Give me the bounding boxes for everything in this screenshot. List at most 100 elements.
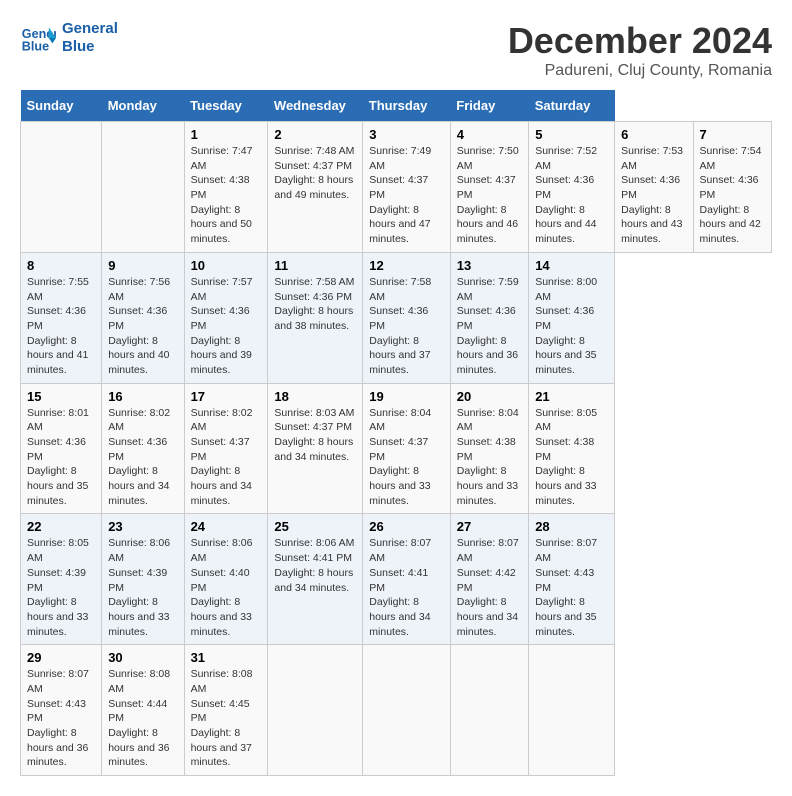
logo: General Blue General Blue (20, 20, 118, 56)
calendar-day-cell: 14 Sunrise: 8:00 AMSunset: 4:36 PMDayligh… (529, 252, 615, 383)
calendar-day-cell: 1Sunrise: 7:47 AMSunset: 4:38 PMDaylight… (184, 122, 268, 253)
col-header-tuesday: Tuesday (184, 90, 268, 122)
col-header-saturday: Saturday (529, 90, 615, 122)
day-number: 17 (191, 389, 262, 404)
calendar-day-cell: 11 Sunrise: 7:58 AMSunset: 4:36 PMDayligh… (268, 252, 363, 383)
calendar-day-cell: 21 Sunrise: 8:05 AMSunset: 4:38 PMDayligh… (529, 383, 615, 514)
day-number: 21 (535, 389, 608, 404)
day-info: Sunrise: 8:05 AMSunset: 4:39 PMDaylight:… (27, 537, 89, 637)
day-number: 2 (274, 127, 356, 142)
day-number: 22 (27, 519, 95, 534)
day-info: Sunrise: 7:48 AMSunset: 4:37 PMDaylight:… (274, 145, 354, 201)
day-number: 26 (369, 519, 444, 534)
calendar-day-cell: 25 Sunrise: 8:06 AMSunset: 4:41 PMDayligh… (268, 514, 363, 645)
calendar-day-cell: 18 Sunrise: 8:03 AMSunset: 4:37 PMDayligh… (268, 383, 363, 514)
calendar-week-row: 1Sunrise: 7:47 AMSunset: 4:38 PMDaylight… (21, 122, 772, 253)
day-info: Sunrise: 7:58 AMSunset: 4:36 PMDaylight:… (369, 276, 431, 376)
day-number: 7 (700, 127, 765, 142)
day-number: 23 (108, 519, 177, 534)
day-info: Sunrise: 7:56 AMSunset: 4:36 PMDaylight:… (108, 276, 170, 376)
calendar-day-cell: 5 Sunrise: 7:52 AMSunset: 4:36 PMDaylight… (529, 122, 615, 253)
calendar-day-cell: 15 Sunrise: 8:01 AMSunset: 4:36 PMDayligh… (21, 383, 102, 514)
day-info: Sunrise: 7:58 AMSunset: 4:36 PMDaylight:… (274, 276, 354, 332)
day-info: Sunrise: 8:03 AMSunset: 4:37 PMDaylight:… (274, 407, 354, 463)
calendar-day-cell: 6 Sunrise: 7:53 AMSunset: 4:36 PMDaylight… (615, 122, 693, 253)
day-number: 6 (621, 127, 686, 142)
calendar-day-cell (268, 645, 363, 776)
svg-text:Blue: Blue (22, 40, 49, 54)
calendar-week-row: 8 Sunrise: 7:55 AMSunset: 4:36 PMDaylight… (21, 252, 772, 383)
page-header: General Blue General Blue December 2024 … (20, 20, 772, 80)
day-info: Sunrise: 8:02 AMSunset: 4:36 PMDaylight:… (108, 407, 170, 507)
day-number: 14 (535, 258, 608, 273)
location: Padureni, Cluj County, Romania (508, 62, 772, 80)
day-number: 5 (535, 127, 608, 142)
day-info: Sunrise: 7:49 AMSunset: 4:37 PMDaylight:… (369, 145, 431, 245)
day-number: 12 (369, 258, 444, 273)
empty-cell (21, 122, 102, 253)
calendar-day-cell: 31 Sunrise: 8:08 AMSunset: 4:45 PMDayligh… (184, 645, 268, 776)
day-info: Sunrise: 8:08 AMSunset: 4:45 PMDaylight:… (191, 668, 253, 768)
calendar-week-row: 22 Sunrise: 8:05 AMSunset: 4:39 PMDayligh… (21, 514, 772, 645)
calendar-day-cell: 13Sunrise: 7:59 AMSunset: 4:36 PMDayligh… (450, 252, 528, 383)
day-info: Sunrise: 8:07 AMSunset: 4:43 PMDaylight:… (535, 537, 597, 637)
day-info: Sunrise: 8:00 AMSunset: 4:36 PMDaylight:… (535, 276, 597, 376)
day-number: 24 (191, 519, 262, 534)
calendar-week-row: 15 Sunrise: 8:01 AMSunset: 4:36 PMDayligh… (21, 383, 772, 514)
calendar-day-cell: 12 Sunrise: 7:58 AMSunset: 4:36 PMDayligh… (363, 252, 451, 383)
calendar-day-cell: 9Sunrise: 7:56 AMSunset: 4:36 PMDaylight… (102, 252, 184, 383)
day-number: 8 (27, 258, 95, 273)
day-info: Sunrise: 8:07 AMSunset: 4:43 PMDaylight:… (27, 668, 89, 768)
day-number: 18 (274, 389, 356, 404)
day-number: 31 (191, 650, 262, 665)
day-number: 25 (274, 519, 356, 534)
calendar-week-row: 29 Sunrise: 8:07 AMSunset: 4:43 PMDayligh… (21, 645, 772, 776)
calendar-day-cell: 2 Sunrise: 7:48 AMSunset: 4:37 PMDaylight… (268, 122, 363, 253)
calendar-header-row: SundayMondayTuesdayWednesdayThursdayFrid… (21, 90, 772, 122)
day-info: Sunrise: 8:05 AMSunset: 4:38 PMDaylight:… (535, 407, 597, 507)
calendar-day-cell (529, 645, 615, 776)
calendar-day-cell: 4 Sunrise: 7:50 AMSunset: 4:37 PMDaylight… (450, 122, 528, 253)
day-info: Sunrise: 7:47 AMSunset: 4:38 PMDaylight:… (191, 145, 253, 245)
day-number: 11 (274, 258, 356, 273)
logo-line2: Blue (62, 38, 118, 56)
calendar-day-cell: 8 Sunrise: 7:55 AMSunset: 4:36 PMDaylight… (21, 252, 102, 383)
day-number: 20 (457, 389, 522, 404)
day-info: Sunrise: 8:06 AMSunset: 4:41 PMDaylight:… (274, 537, 354, 593)
day-number: 30 (108, 650, 177, 665)
day-info: Sunrise: 8:04 AMSunset: 4:38 PMDaylight:… (457, 407, 519, 507)
day-info: Sunrise: 7:57 AMSunset: 4:36 PMDaylight:… (191, 276, 253, 376)
calendar-day-cell: 10Sunrise: 7:57 AMSunset: 4:36 PMDayligh… (184, 252, 268, 383)
calendar-day-cell: 16 Sunrise: 8:02 AMSunset: 4:36 PMDayligh… (102, 383, 184, 514)
day-info: Sunrise: 7:53 AMSunset: 4:36 PMDaylight:… (621, 145, 683, 245)
day-info: Sunrise: 8:02 AMSunset: 4:37 PMDaylight:… (191, 407, 253, 507)
day-info: Sunrise: 7:54 AMSunset: 4:36 PMDaylight:… (700, 145, 762, 245)
calendar-day-cell: 24Sunrise: 8:06 AMSunset: 4:40 PMDayligh… (184, 514, 268, 645)
day-number: 4 (457, 127, 522, 142)
day-info: Sunrise: 8:01 AMSunset: 4:36 PMDaylight:… (27, 407, 89, 507)
day-info: Sunrise: 7:55 AMSunset: 4:36 PMDaylight:… (27, 276, 89, 376)
calendar-day-cell (363, 645, 451, 776)
col-header-friday: Friday (450, 90, 528, 122)
day-info: Sunrise: 8:04 AMSunset: 4:37 PMDaylight:… (369, 407, 431, 507)
day-info: Sunrise: 8:06 AMSunset: 4:39 PMDaylight:… (108, 537, 170, 637)
day-number: 16 (108, 389, 177, 404)
day-info: Sunrise: 7:52 AMSunset: 4:36 PMDaylight:… (535, 145, 597, 245)
empty-cell (102, 122, 184, 253)
col-header-sunday: Sunday (21, 90, 102, 122)
day-number: 15 (27, 389, 95, 404)
day-number: 19 (369, 389, 444, 404)
calendar-day-cell: 28Sunrise: 8:07 AMSunset: 4:43 PMDayligh… (529, 514, 615, 645)
day-info: Sunrise: 7:59 AMSunset: 4:36 PMDaylight:… (457, 276, 519, 376)
calendar-day-cell (450, 645, 528, 776)
calendar-day-cell: 22 Sunrise: 8:05 AMSunset: 4:39 PMDayligh… (21, 514, 102, 645)
calendar-day-cell: 23 Sunrise: 8:06 AMSunset: 4:39 PMDayligh… (102, 514, 184, 645)
day-info: Sunrise: 7:50 AMSunset: 4:37 PMDaylight:… (457, 145, 519, 245)
calendar-day-cell: 20 Sunrise: 8:04 AMSunset: 4:38 PMDayligh… (450, 383, 528, 514)
calendar-day-cell: 30Sunrise: 8:08 AMSunset: 4:44 PMDayligh… (102, 645, 184, 776)
calendar-day-cell: 26Sunrise: 8:07 AMSunset: 4:41 PMDayligh… (363, 514, 451, 645)
day-number: 3 (369, 127, 444, 142)
day-number: 29 (27, 650, 95, 665)
logo-icon: General Blue (20, 20, 56, 56)
calendar-day-cell: 19 Sunrise: 8:04 AMSunset: 4:37 PMDayligh… (363, 383, 451, 514)
